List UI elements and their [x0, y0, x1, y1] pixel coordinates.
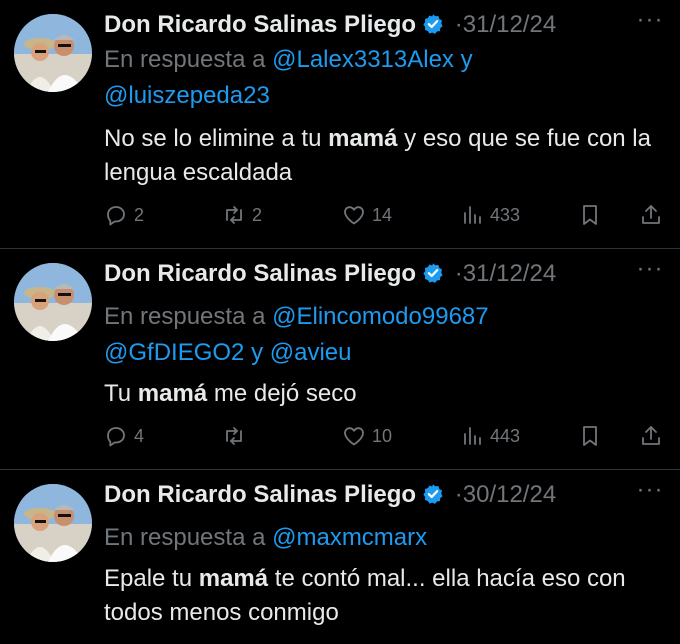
bookmark-icon: [583, 426, 597, 446]
text-segment: Epale tu: [104, 565, 199, 592]
tweet-actions: 2 2 14 433: [104, 200, 674, 230]
share-button[interactable]: [639, 200, 663, 230]
author-name[interactable]: Don Ricardo Salinas Pliego: [104, 11, 416, 38]
reply-context: En respuesta a @Elincomodo99687 @GfDIEGO…: [104, 299, 664, 371]
like-button[interactable]: 14: [342, 200, 392, 230]
separator-dot: ·: [454, 260, 463, 287]
views-button[interactable]: 433: [460, 200, 520, 230]
reply-context: En respuesta a @Lalex3313Alex y @luiszep…: [104, 42, 664, 114]
tweet-date[interactable]: 31/12/24: [463, 11, 556, 38]
avatar[interactable]: [14, 263, 92, 341]
text-bold-segment: mamá: [137, 380, 208, 407]
tweet-actions: 4 10 443: [104, 421, 674, 451]
views-icon: [464, 427, 481, 445]
reply-icon: [107, 427, 125, 447]
avatar-photo: [14, 14, 92, 92]
text-segment: Tu: [104, 380, 138, 407]
reply-count: 4: [134, 425, 145, 446]
like-count: 14: [372, 204, 393, 225]
more-icon[interactable]: ···: [636, 257, 664, 285]
heart-icon: [344, 206, 364, 225]
tweet-feed: Don Ricardo Salinas Pliego ·31/12/24 ···…: [0, 0, 680, 644]
share-icon: [642, 205, 660, 224]
view-count: 443: [490, 425, 521, 446]
text-segment: me dejó seco: [207, 380, 357, 407]
author-name[interactable]: Don Ricardo Salinas Pliego: [104, 260, 416, 287]
verified-badge-icon: [423, 14, 443, 34]
author-name[interactable]: Don Ricardo Salinas Pliego: [104, 481, 416, 508]
views-icon: [464, 206, 481, 224]
mention-link[interactable]: @Elincomodo99687: [272, 303, 489, 330]
tweet[interactable]: Don Ricardo Salinas Pliego ·31/12/24 ···…: [0, 249, 680, 470]
retweet-button[interactable]: [222, 421, 252, 451]
retweet-button[interactable]: 2: [222, 200, 262, 230]
reply-icon: [107, 206, 125, 226]
views-button[interactable]: 443: [460, 421, 520, 451]
tweet-header: Don Ricardo Salinas Pliego ·31/12/24: [104, 10, 556, 40]
more-icon[interactable]: ···: [636, 478, 664, 506]
like-button[interactable]: 10: [342, 421, 392, 451]
avatar[interactable]: [14, 14, 92, 92]
like-count: 10: [372, 425, 393, 446]
verified-badge-icon: [423, 484, 443, 504]
avatar-photo: [14, 484, 92, 562]
separator-dot: ·: [454, 481, 463, 508]
tweet-date[interactable]: 30/12/24: [463, 481, 556, 508]
tweet-header: Don Ricardo Salinas Pliego ·31/12/24: [104, 259, 556, 289]
mention-link[interactable]: @maxmcmarx: [272, 524, 427, 551]
share-button[interactable]: [639, 421, 663, 451]
mention-joiner: y: [251, 339, 264, 366]
bookmark-button[interactable]: [578, 421, 602, 451]
reply-prefix: En respuesta a: [104, 46, 266, 73]
text-segment: No se lo elimine a tu: [104, 125, 329, 152]
mention-link[interactable]: @avieu: [270, 339, 352, 366]
bookmark-icon: [583, 205, 597, 225]
text-bold-segment: mamá: [198, 565, 269, 592]
tweet[interactable]: Don Ricardo Salinas Pliego ·30/12/24 ···…: [0, 470, 680, 644]
reply-button[interactable]: 4: [104, 421, 144, 451]
bookmark-button[interactable]: [578, 200, 602, 230]
mention-link[interactable]: @luiszepeda23: [104, 82, 270, 109]
retweet-icon: [226, 206, 242, 224]
verified-badge-icon: [423, 263, 443, 283]
more-icon[interactable]: ···: [636, 8, 664, 36]
tweet-date[interactable]: 31/12/24: [463, 260, 556, 287]
separator-dot: ·: [454, 11, 463, 38]
share-icon: [642, 426, 660, 445]
retweet-icon: [226, 427, 242, 445]
reply-prefix: En respuesta a: [104, 524, 266, 551]
text-bold-segment: mamá: [328, 125, 398, 152]
reply-button[interactable]: 2: [104, 200, 144, 230]
mention-joiner: y: [460, 46, 473, 73]
reply-context: En respuesta a @maxmcmarx: [104, 520, 664, 556]
tweet[interactable]: Don Ricardo Salinas Pliego ·31/12/24 ···…: [0, 0, 680, 249]
tweet-text: No se lo elimine a tu mamá y eso que se …: [104, 122, 669, 190]
retweet-count: 2: [252, 204, 263, 225]
reply-prefix: En respuesta a: [104, 303, 266, 330]
reply-count: 2: [134, 204, 145, 225]
tweet-text: Epale tu mamá te contó mal... ella hacía…: [104, 562, 669, 630]
tweet-header: Don Ricardo Salinas Pliego ·30/12/24: [104, 480, 556, 510]
tweet-text: Tu mamá me dejó seco: [104, 377, 669, 411]
heart-icon: [344, 427, 364, 446]
avatar[interactable]: [14, 484, 92, 562]
avatar-photo: [14, 263, 92, 341]
mention-link[interactable]: @GfDIEGO2: [104, 339, 244, 366]
view-count: 433: [490, 204, 521, 225]
mention-link[interactable]: @Lalex3313Alex: [272, 46, 454, 73]
